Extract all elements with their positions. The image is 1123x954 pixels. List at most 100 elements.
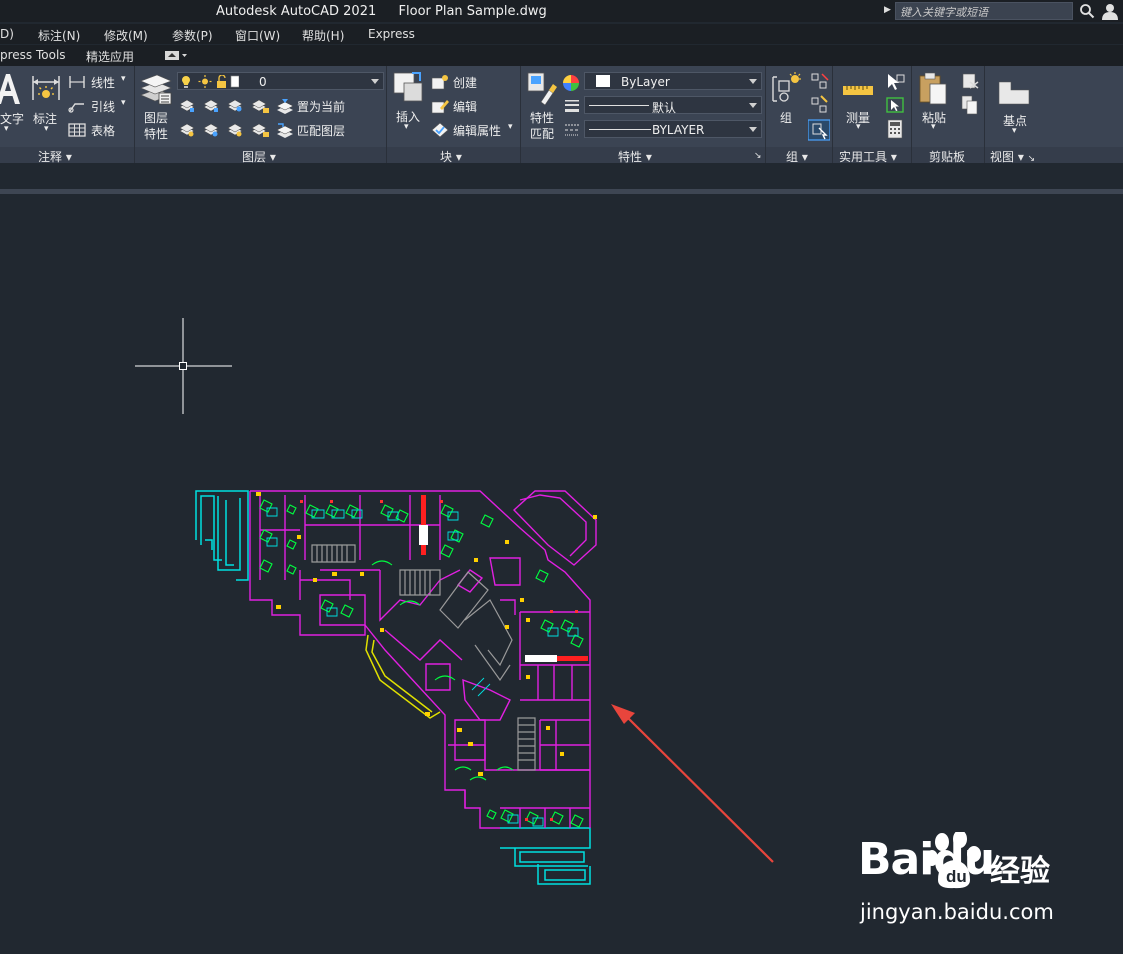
menu-item-window[interactable]: 窗口(W): [235, 27, 280, 44]
panel-divider: [134, 66, 135, 163]
paste-icon[interactable]: [918, 72, 948, 106]
dimension-dropdown-icon[interactable]: ▾: [44, 124, 49, 134]
tab-express-tools[interactable]: press Tools: [0, 48, 66, 62]
panel-divider: [765, 66, 766, 163]
window-title: Autodesk AutoCAD 2021 Floor Plan Sample.…: [216, 4, 547, 19]
leader-icon: [68, 103, 84, 113]
base-view-dropdown-icon[interactable]: ▾: [1012, 126, 1017, 136]
create-block-button[interactable]: 创建: [453, 74, 477, 91]
linear-button[interactable]: 线性: [91, 74, 115, 91]
ribbon: 文字 ▾ 标注 ▾ 线性 ▾ 引线 ▾ 表格 注释 ▾ 图层 特性 0 置为当前…: [0, 66, 1123, 164]
panel-divider: [386, 66, 387, 163]
make-current-icon: [276, 99, 294, 114]
panel-divider: [832, 66, 833, 163]
panel-divider: [520, 66, 521, 163]
edit-attributes-dropdown-icon[interactable]: ▾: [508, 122, 513, 132]
panel-divider: [984, 66, 985, 163]
dimension-icon[interactable]: [30, 72, 62, 106]
insert-block-icon[interactable]: [392, 71, 424, 103]
menu-item-parametric[interactable]: 参数(P): [172, 27, 213, 44]
color-wheel-icon: [563, 75, 579, 91]
layer-tools-row1-icons[interactable]: [179, 97, 271, 115]
layer-state-icons: [182, 75, 239, 88]
make-current-button[interactable]: 置为当前: [297, 98, 345, 115]
clipboard-tools-icons[interactable]: [960, 72, 980, 118]
match-properties-line1[interactable]: 特性: [530, 109, 554, 126]
chevron-down-icon: [749, 79, 757, 84]
layer-tools-row2-icons[interactable]: [179, 121, 271, 139]
file-name: Floor Plan Sample.dwg: [398, 4, 547, 19]
plan-label-stair: [419, 525, 428, 545]
annotation-arrow: [611, 704, 774, 863]
group-tools-icons[interactable]: [808, 72, 830, 142]
menu-item-express[interactable]: Express: [368, 27, 415, 41]
match-properties-icon[interactable]: [527, 72, 559, 106]
match-layer-icon: [276, 123, 294, 138]
edit-attributes-icon: [431, 122, 449, 138]
ribbon-minimize-icon[interactable]: [164, 50, 188, 61]
paste-dropdown-icon[interactable]: ▾: [931, 122, 936, 132]
lineweight-dropdown[interactable]: 默认: [584, 96, 762, 115]
search-expand-icon[interactable]: ▶: [884, 5, 891, 15]
match-layer-button[interactable]: 匹配图层: [297, 122, 345, 139]
edit-block-icon: [431, 100, 449, 114]
match-properties-line2[interactable]: 匹配: [530, 125, 554, 142]
search-icon[interactable]: [1079, 3, 1095, 19]
measure-icon[interactable]: [842, 78, 874, 102]
chevron-down-icon: [749, 127, 757, 132]
linear-dimension-icon: [69, 76, 85, 88]
leader-dropdown-icon[interactable]: ▾: [121, 98, 126, 108]
line-preview: [589, 129, 651, 130]
search-input[interactable]: 键入关键字或短语: [895, 2, 1073, 20]
crosshair-cursor: [135, 318, 232, 414]
edit-block-button[interactable]: 编辑: [453, 98, 477, 115]
measure-dropdown-icon[interactable]: ▾: [856, 122, 861, 132]
group-button[interactable]: 组: [780, 109, 792, 126]
utility-tools-icons[interactable]: [885, 72, 905, 142]
layer-properties-button-line2[interactable]: 特性: [144, 125, 168, 142]
menu-item-help[interactable]: 帮助(H): [302, 27, 344, 44]
plan-label-lounge: [525, 655, 557, 662]
lineweight-value: 默认: [652, 101, 677, 115]
text-icon[interactable]: [0, 72, 20, 106]
layer-properties-button-line1[interactable]: 图层: [144, 109, 168, 126]
file-tab-area: [0, 163, 1123, 189]
linetype-dropdown[interactable]: BYLAYER: [584, 120, 762, 138]
leader-button[interactable]: 引线: [91, 98, 115, 115]
color-dropdown[interactable]: ByLayer: [584, 72, 762, 90]
linetype-icon: [565, 124, 579, 136]
baidu-paw-icon: du: [926, 832, 981, 889]
color-value: ByLayer: [621, 75, 670, 89]
menu-bar: D) 标注(N) 修改(M) 参数(P) 窗口(W) 帮助(H) Express: [0, 24, 1123, 44]
watermark-url: jingyan.baidu.com: [860, 900, 1054, 924]
user-icon[interactable]: [1101, 2, 1119, 20]
linetype-value: BYLAYER: [652, 123, 705, 137]
base-view-icon[interactable]: [997, 78, 1033, 106]
linear-dropdown-icon[interactable]: ▾: [121, 74, 126, 84]
layer-dropdown[interactable]: 0: [177, 72, 384, 90]
table-icon: [68, 123, 86, 137]
layer-properties-icon[interactable]: [139, 71, 173, 105]
text-dropdown-icon[interactable]: ▾: [4, 124, 9, 134]
chevron-down-icon: [371, 79, 379, 84]
watermark-brand-cn: 经验: [990, 854, 1050, 889]
group-icon[interactable]: [770, 71, 802, 105]
panel-divider: [911, 66, 912, 163]
app-title: Autodesk AutoCAD 2021: [216, 4, 377, 19]
menu-item-modify[interactable]: 修改(M): [104, 27, 148, 44]
lineweight-icon: [565, 100, 579, 112]
insert-dropdown-icon[interactable]: ▾: [404, 122, 409, 132]
line-preview: [589, 105, 649, 106]
ribbon-tab-bar: press Tools 精选应用: [0, 45, 1123, 66]
current-layer-name: 0: [259, 75, 267, 89]
properties-launcher-icon[interactable]: ↘: [754, 151, 762, 161]
floor-plan-drawing: [195, 490, 597, 885]
menu-item-dimension[interactable]: 标注(N): [38, 27, 80, 44]
tab-featured-apps[interactable]: 精选应用: [86, 48, 134, 65]
color-swatch: [596, 75, 610, 87]
menu-item-draw[interactable]: D): [0, 27, 14, 41]
table-button[interactable]: 表格: [91, 122, 115, 139]
svg-text:du: du: [946, 867, 967, 886]
edit-attributes-button[interactable]: 编辑属性: [453, 122, 501, 139]
baidu-jingyan-watermark: Baidu du 经验 jingyan.baidu.com: [858, 832, 1066, 932]
